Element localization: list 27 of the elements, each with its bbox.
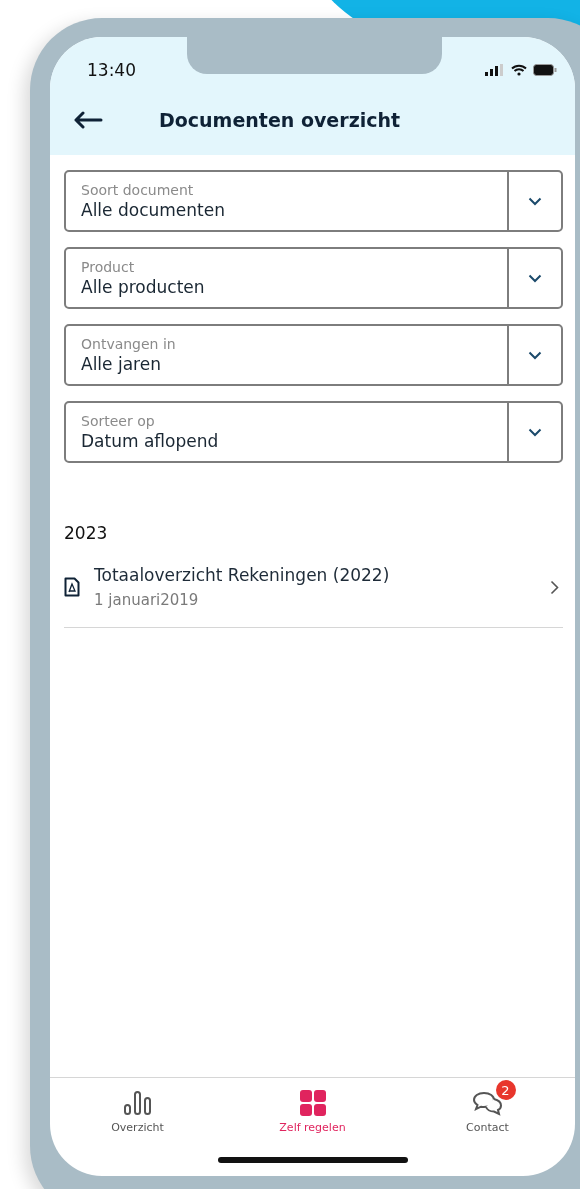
filter-dropdown[interactable]: Product Alle producten xyxy=(64,247,563,309)
document-row[interactable]: Totaaloverzicht Rekeningen (2022) 1 januari2019 xyxy=(64,543,563,628)
status-time: 13:40 xyxy=(87,60,136,80)
notification-badge: 2 xyxy=(495,1080,516,1100)
chevron-right-icon xyxy=(550,579,559,595)
tab-bar-item[interactable]: 2 Contact xyxy=(427,1078,548,1157)
chat-bubbles-icon xyxy=(471,1090,504,1116)
document-date: 1 januari2019 xyxy=(94,591,200,609)
wifi-icon xyxy=(511,64,527,76)
chevron-down-icon xyxy=(528,196,542,206)
filter-dropdown[interactable]: Ontvangen in Alle jaren xyxy=(64,324,563,386)
tab-bar-item[interactable]: Overzicht xyxy=(77,1078,198,1157)
page-title: Documenten overzicht xyxy=(159,109,401,131)
document-title: Totaaloverzicht Rekeningen (2022) xyxy=(94,565,391,585)
chevron-down-icon xyxy=(528,350,542,360)
chevron-down-icon xyxy=(528,427,542,437)
battery-icon xyxy=(533,64,557,76)
chevron-down-icon xyxy=(528,273,542,283)
grid-icon xyxy=(299,1090,326,1116)
year-heading: 2023 xyxy=(64,523,109,543)
filter-dropdown[interactable]: Soort document Alle documenten xyxy=(64,170,563,232)
tab-bar-item[interactable]: Zelf regelen xyxy=(252,1078,373,1157)
signal-icon xyxy=(485,64,505,76)
pdf-file-icon xyxy=(64,577,80,597)
bar-chart-icon xyxy=(122,1090,153,1116)
filter-dropdown[interactable]: Sorteer op Datum aflopend xyxy=(64,401,563,463)
back-arrow-icon[interactable] xyxy=(73,111,103,129)
